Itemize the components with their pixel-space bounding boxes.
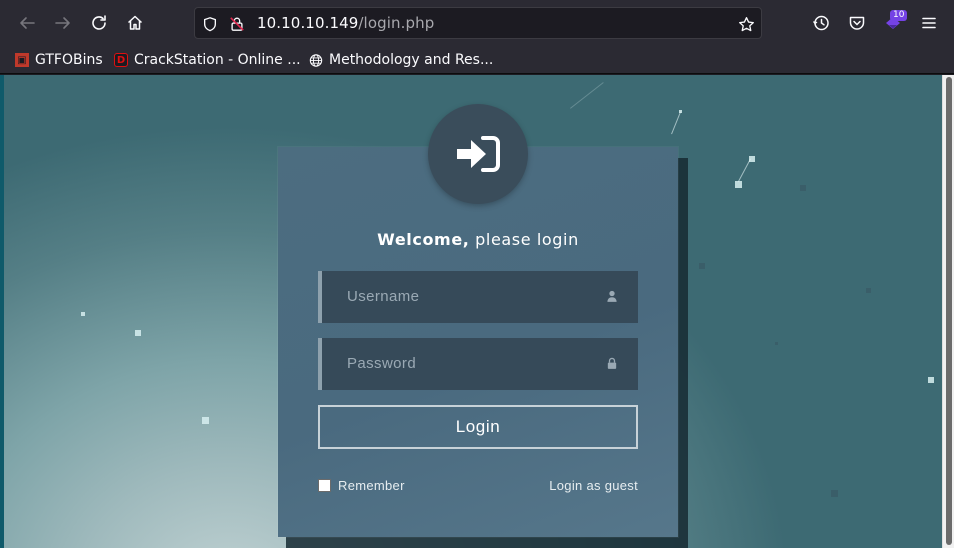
bookmark-label: Methodology and Res... <box>329 52 494 68</box>
background-particle <box>202 417 209 424</box>
menu-button[interactable] <box>914 8 944 38</box>
extension-badge: 10 <box>890 10 908 21</box>
particle-link-line <box>737 158 751 182</box>
password-field <box>318 338 638 390</box>
particle-link-line <box>671 111 681 135</box>
page-left-edge <box>0 75 4 548</box>
forward-button[interactable] <box>48 8 78 38</box>
bookmark-crackstation[interactable]: D CrackStation - Online ... <box>114 50 301 70</box>
browser-toolbar: 10.10.10.149/login.php 10 <box>0 0 954 46</box>
login-avatar <box>428 104 528 204</box>
background-particle <box>866 288 871 293</box>
background-particle <box>81 312 85 316</box>
remember-checkbox[interactable] <box>318 479 331 492</box>
reload-button[interactable] <box>84 8 114 38</box>
particle-link-line <box>570 82 604 109</box>
history-icon <box>812 15 829 31</box>
gtfobins-favicon: ▣ <box>15 53 29 67</box>
username-field <box>318 271 638 323</box>
user-icon <box>606 289 618 303</box>
background-particle <box>775 342 778 345</box>
url-path: /login.php <box>358 14 435 32</box>
bookmark-label: CrackStation - Online ... <box>134 52 301 68</box>
hamburger-menu-icon <box>922 17 936 29</box>
home-button[interactable] <box>120 8 150 38</box>
crackstation-favicon: D <box>114 53 128 67</box>
bookmark-label: GTFOBins <box>35 52 103 68</box>
background-particle <box>135 330 141 336</box>
globe-icon <box>309 53 323 67</box>
login-button[interactable]: Login <box>318 405 638 449</box>
arrow-left-icon <box>20 17 35 29</box>
sign-in-icon <box>457 136 500 172</box>
remember-checkbox-row[interactable]: Remember <box>318 478 405 493</box>
bookmarks-toolbar: ▣ GTFOBins D CrackStation - Online ... M… <box>0 46 954 74</box>
bookmark-methodology[interactable]: Methodology and Res... <box>309 50 493 70</box>
remember-label: Remember <box>338 478 405 493</box>
welcome-strong: Welcome, <box>377 230 470 249</box>
history-button[interactable] <box>806 8 836 38</box>
url-text[interactable]: 10.10.10.149/login.php <box>257 14 434 32</box>
url-bar[interactable]: 10.10.10.149/login.php <box>194 7 762 39</box>
background-particle <box>928 377 934 383</box>
username-input[interactable] <box>322 271 602 321</box>
login-as-guest-link[interactable]: Login as guest <box>538 478 638 493</box>
password-input[interactable] <box>322 338 602 388</box>
welcome-heading: Welcome, please login <box>278 230 678 249</box>
pocket-icon <box>849 16 865 30</box>
reload-icon <box>92 15 106 30</box>
welcome-rest: please login <box>469 230 579 249</box>
arrow-right-icon <box>55 17 70 29</box>
home-icon <box>127 15 143 30</box>
bookmark-gtfobins[interactable]: ▣ GTFOBins <box>15 50 103 70</box>
background-particle <box>800 185 806 191</box>
insecure-lock-icon[interactable] <box>228 15 246 33</box>
background-particle <box>831 490 838 497</box>
page-scrollbar[interactable] <box>942 75 954 548</box>
url-host: 10.10.10.149 <box>257 14 359 32</box>
pocket-button[interactable] <box>842 8 872 38</box>
star-icon[interactable] <box>737 15 755 33</box>
tracking-shield-icon[interactable] <box>201 15 219 33</box>
lock-icon <box>606 356 618 370</box>
background-particle <box>699 263 705 269</box>
scrollbar-thumb[interactable] <box>946 77 952 545</box>
back-button[interactable] <box>12 8 42 38</box>
